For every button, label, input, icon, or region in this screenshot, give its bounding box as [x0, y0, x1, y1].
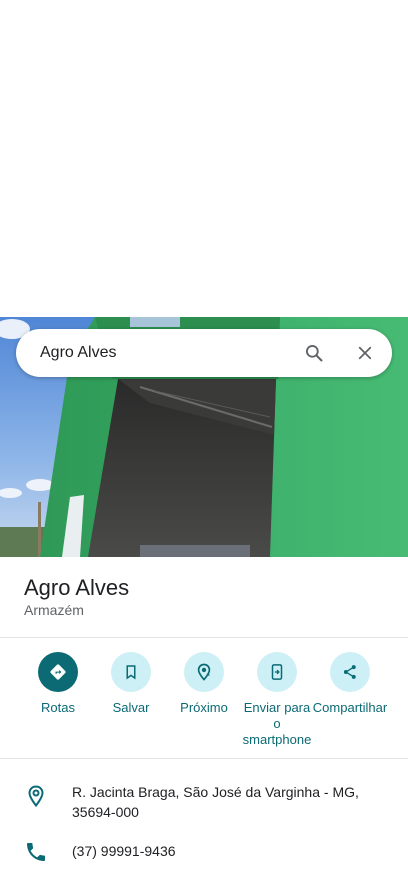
share-label: Compartilhar [312, 700, 388, 715]
directions-label: Rotas [41, 700, 75, 715]
send-to-phone-icon [257, 652, 297, 692]
divider [0, 637, 408, 638]
divider [0, 758, 408, 759]
action-bar: Rotas Salvar Próximo Enviar para o smart… [0, 652, 408, 752]
address-row[interactable]: R. Jacinta Braga, São José da Varginha -… [0, 784, 408, 824]
close-icon[interactable] [353, 341, 377, 365]
phone-row[interactable]: (37) 99991-9436 [0, 840, 408, 864]
nearby-label: Próximo [180, 700, 228, 715]
address-text: R. Jacinta Braga, São José da Varginha -… [72, 784, 359, 820]
location-pin-icon [24, 784, 48, 808]
search-bar[interactable]: Agro Alves [16, 329, 392, 377]
bookmark-icon [111, 652, 151, 692]
share-button[interactable]: Compartilhar [312, 652, 388, 716]
place-title: Agro Alves [24, 575, 130, 600]
place-category[interactable]: Armazém [24, 602, 84, 618]
save-button[interactable]: Salvar [93, 652, 169, 716]
phone-icon [24, 840, 48, 864]
search-input[interactable]: Agro Alves [40, 344, 302, 362]
send-to-phone-button[interactable]: Enviar para o smartphone [239, 652, 315, 748]
send-to-phone-label: Enviar para o smartphone [242, 700, 312, 747]
share-icon [330, 652, 370, 692]
maps-place-page: Agro Alves Agro Alves Armazém Rotas Salv… [0, 0, 408, 874]
phone-text: (37) 99991-9436 [72, 843, 176, 859]
directions-button[interactable]: Rotas [20, 652, 96, 716]
directions-icon [38, 652, 78, 692]
search-icon[interactable] [302, 341, 326, 365]
save-label: Salvar [112, 700, 150, 715]
nearby-icon [184, 652, 224, 692]
nearby-button[interactable]: Próximo [166, 652, 242, 716]
